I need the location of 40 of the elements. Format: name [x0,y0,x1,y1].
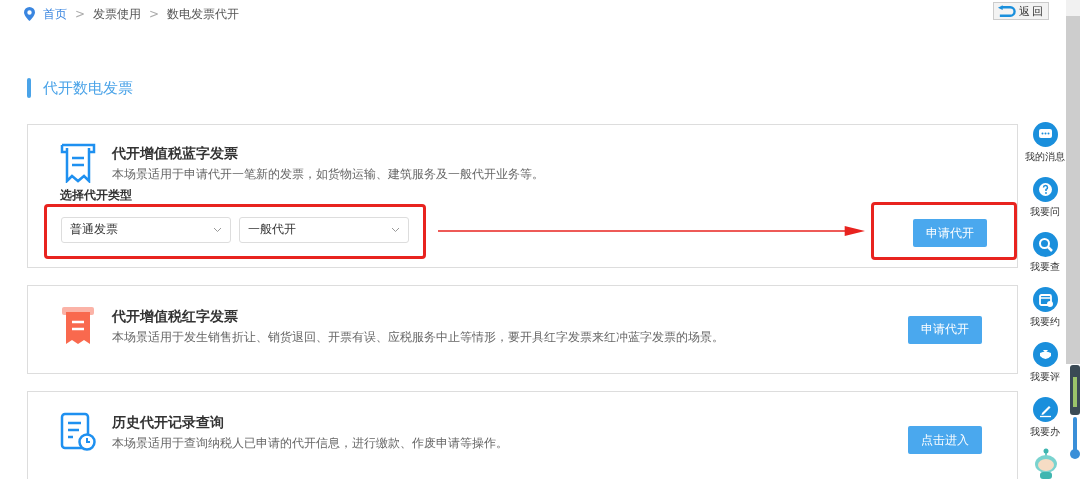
sidebar-label[interactable]: 我要查 [1030,260,1060,274]
document-clock-icon [60,412,96,452]
scrollbar[interactable] [1066,0,1080,364]
back-button[interactable]: 返回 [993,2,1049,20]
chevron-down-icon [213,226,222,233]
card-description: 本场景适用于发生销售折让、销货退回、开票有误、应税服务中止等情形，要开具红字发票来红冲蓝字发票的场景。 [112,330,724,345]
sidebar-label[interactable]: 我要评 [1030,370,1060,384]
edit-icon[interactable] [1032,397,1058,422]
card-title: 代开增值税蓝字发票 [112,145,239,163]
robot-mascot-icon[interactable] [1032,448,1060,479]
breadcrumb-link[interactable]: 首页 [43,5,67,23]
dropdown-field[interactable]: 一般代开 [239,216,409,243]
sidebar-label[interactable]: 我要约 [1030,315,1060,329]
calendar-icon[interactable] [1032,287,1058,312]
breadcrumb-current: 数电发票代开 [167,5,240,23]
dropdown-value: 一般代开 [248,221,296,238]
sidebar-label[interactable]: 我的消息 [1025,150,1065,164]
card-title: 历史代开记录查询 [112,414,225,432]
breadcrumb-link[interactable]: 发票使用 [93,5,142,23]
receipt-icon [60,143,96,183]
dropdown-value: 普通发票 [70,221,118,238]
search-icon[interactable] [1032,232,1058,257]
dropdown-field[interactable]: 普通发票 [61,216,231,243]
card-title: 代开增值税红字发票 [112,308,239,326]
rate-icon[interactable] [1032,342,1058,367]
location-pin-icon [24,7,35,21]
sidebar-label[interactable]: 我要问 [1030,205,1060,219]
breadcrumb-separator: > [149,7,160,21]
sidebar-label[interactable]: 我要办 [1030,425,1060,439]
receipt-icon [60,306,96,346]
card-description: 本场景适用于申请代开一笔新的发票，如货物运输、建筑服务及一般代开业务等。 [112,167,544,182]
section-marker [27,78,31,98]
message-icon[interactable] [1032,122,1058,147]
breadcrumb-separator: > [75,7,86,21]
section-title: 代开数电发票 [43,78,133,98]
chevron-down-icon [391,226,400,233]
field-label: 选择代开类型 [60,187,133,204]
card-description: 本场景适用于查询纳税人已申请的代开信息，进行缴款、作废申请等操作。 [112,436,508,451]
return-arrow-icon [997,4,1016,18]
question-icon[interactable] [1032,177,1058,202]
